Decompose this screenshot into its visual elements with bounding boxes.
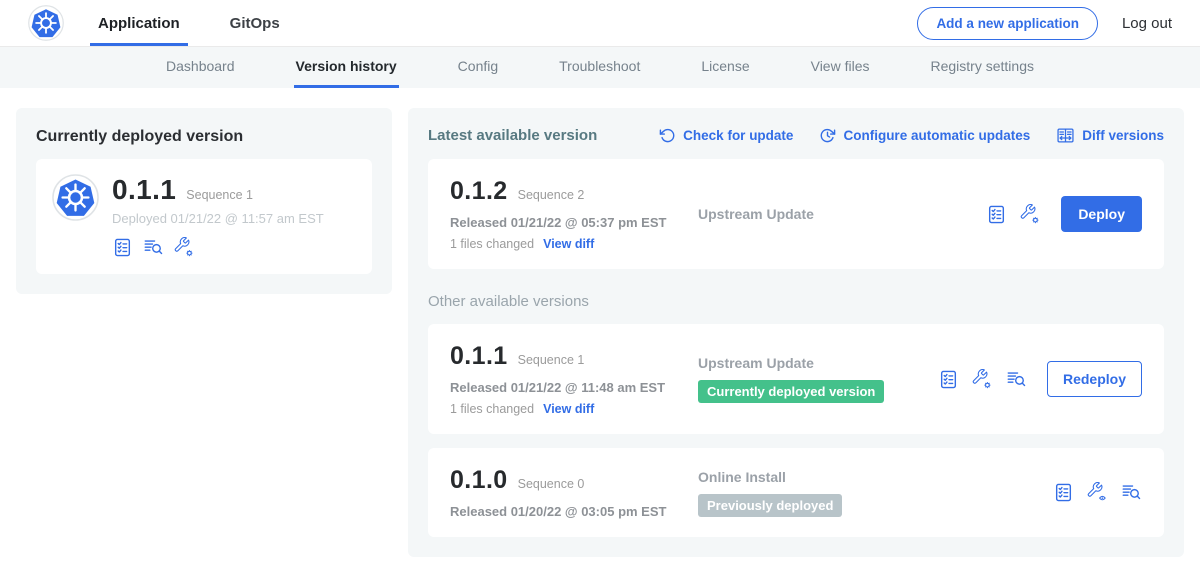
kubernetes-logo-icon (28, 5, 64, 41)
tab-application[interactable]: Application (90, 3, 188, 46)
preflight-checklist-icon[interactable] (938, 369, 959, 390)
config-wrench-gear-icon[interactable] (174, 237, 195, 258)
version-number: 0.1.1 (450, 342, 508, 371)
sequence-label: Sequence 0 (518, 477, 585, 491)
sequence-label: Sequence 1 (518, 353, 585, 367)
deployed-timestamp: Deployed 01/21/22 @ 11:57 am EST (112, 211, 324, 226)
diff-icon (1056, 126, 1075, 145)
preflight-checklist-icon[interactable] (986, 204, 1007, 225)
config-wrench-gear-icon[interactable] (972, 369, 993, 390)
latest-available-title: Latest available version (428, 127, 597, 144)
preflight-checklist-icon[interactable] (1053, 482, 1074, 503)
top-nav-right: Add a new application Log out (917, 0, 1176, 46)
sequence-label: Sequence 2 (518, 188, 585, 202)
available-versions-panel: Latest available version Check for updat… (408, 108, 1184, 557)
app-sub-nav: Dashboard Version history Config Trouble… (0, 47, 1200, 88)
version-number: 0.1.2 (450, 177, 508, 206)
refresh-icon (659, 127, 676, 144)
add-application-button[interactable]: Add a new application (917, 7, 1098, 40)
version-card-0-1-0: 0.1.0 Sequence 0 Released 01/20/22 @ 03:… (428, 448, 1164, 537)
logout-button[interactable]: Log out (1122, 15, 1172, 32)
deployed-version-card: 0.1.1 Sequence 1 Deployed 01/21/22 @ 11:… (36, 159, 372, 274)
version-source-label: Upstream Update (698, 206, 986, 222)
tab-license[interactable]: License (699, 47, 751, 88)
tab-troubleshoot[interactable]: Troubleshoot (557, 47, 642, 88)
currently-deployed-badge: Currently deployed version (698, 380, 884, 403)
check-for-update-link[interactable]: Check for update (659, 127, 793, 144)
version-card-0-1-1: 0.1.1 Sequence 1 Released 01/21/22 @ 11:… (428, 324, 1164, 434)
top-nav: Application GitOps Add a new application… (0, 0, 1200, 47)
released-timestamp: Released 01/21/22 @ 11:48 am EST (450, 380, 698, 395)
deployed-sequence-label: Sequence 1 (186, 188, 253, 202)
diff-versions-label: Diff versions (1082, 128, 1164, 143)
tab-registry-settings[interactable]: Registry settings (929, 47, 1036, 88)
preflight-checklist-icon[interactable] (112, 237, 133, 258)
deployed-version-number: 0.1.1 (112, 174, 176, 206)
tab-version-history[interactable]: Version history (294, 47, 399, 88)
main-content: Currently deployed version 0.1.1 Sequenc… (0, 88, 1200, 564)
other-available-versions-title: Other available versions (428, 293, 1164, 310)
tab-gitops[interactable]: GitOps (222, 3, 288, 46)
currently-deployed-panel: Currently deployed version 0.1.1 Sequenc… (16, 108, 392, 294)
deploy-logs-icon[interactable] (1121, 482, 1142, 503)
version-card-0-1-2: 0.1.2 Sequence 2 Released 01/21/22 @ 05:… (428, 159, 1164, 269)
diff-versions-link[interactable]: Diff versions (1056, 126, 1164, 145)
deploy-button[interactable]: Deploy (1061, 196, 1142, 232)
released-timestamp: Released 01/20/22 @ 03:05 pm EST (450, 504, 698, 519)
deploy-logs-icon[interactable] (1006, 369, 1027, 390)
configure-automatic-updates-label: Configure automatic updates (843, 128, 1030, 143)
view-diff-link[interactable]: View diff (543, 237, 594, 251)
files-changed-label: 1 files changed (450, 402, 534, 416)
kubernetes-app-icon (52, 174, 99, 221)
released-timestamp: Released 01/21/22 @ 05:37 pm EST (450, 215, 698, 230)
previously-deployed-badge: Previously deployed (698, 494, 842, 517)
redeploy-button[interactable]: Redeploy (1047, 361, 1142, 397)
config-wrench-eye-icon[interactable] (1087, 482, 1108, 503)
config-wrench-gear-icon[interactable] (1020, 204, 1041, 225)
view-diff-link[interactable]: View diff (543, 402, 594, 416)
check-for-update-label: Check for update (683, 128, 793, 143)
tab-view-files[interactable]: View files (809, 47, 872, 88)
version-number: 0.1.0 (450, 466, 508, 495)
deploy-logs-icon[interactable] (143, 237, 164, 258)
files-changed-label: 1 files changed (450, 237, 534, 251)
tab-dashboard[interactable]: Dashboard (164, 47, 237, 88)
app-nav-tabs: Application GitOps (90, 0, 288, 46)
currently-deployed-title: Currently deployed version (36, 124, 372, 146)
configure-automatic-updates-link[interactable]: Configure automatic updates (819, 127, 1030, 144)
tab-config[interactable]: Config (456, 47, 500, 88)
version-source-label: Online Install (698, 469, 1053, 485)
clock-refresh-icon (819, 127, 836, 144)
version-source-label: Upstream Update (698, 355, 938, 371)
